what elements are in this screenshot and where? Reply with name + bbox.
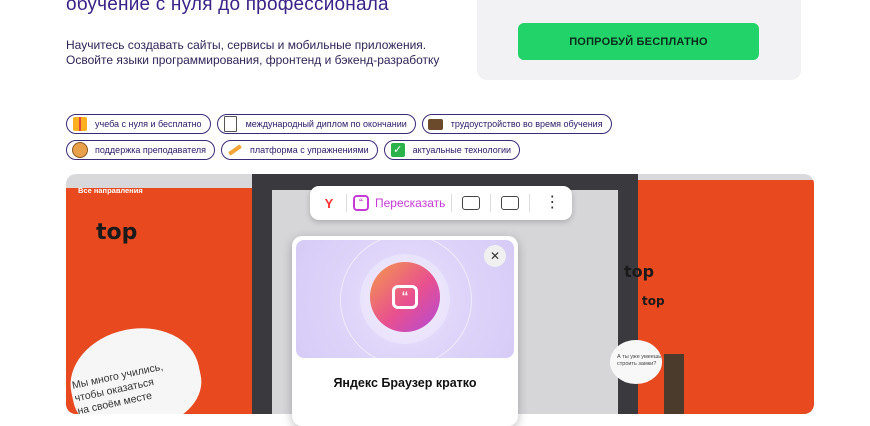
try-free-button[interactable]: ПОПРОБУЙ БЕСПЛАТНО <box>518 23 759 60</box>
popup-illustration: “ <box>296 240 514 358</box>
speech-bubble-right-text: А ты уже умеешь строить замки? <box>617 354 661 368</box>
bubble-line: строить замки? <box>617 361 657 367</box>
tag-diploma: международный диплом по окончании <box>216 114 416 134</box>
hero-description-line-1: Научитесь создавать сайты, сервисы и моб… <box>66 38 427 52</box>
document-icon <box>222 115 240 133</box>
tag-label: трудоустройство во время обучения <box>450 119 603 129</box>
face-icon <box>71 141 89 159</box>
gift-icon <box>71 115 89 133</box>
toolbar-divider <box>451 194 453 212</box>
briefcase-icon <box>427 115 445 133</box>
subtitles-icon[interactable] <box>462 196 481 210</box>
tag-label: международный диплом по окончании <box>245 119 407 129</box>
tag-label: платформа с упражнениями <box>250 145 369 155</box>
wall-logo-left: top <box>96 220 138 245</box>
tag-label: поддержка преподавателя <box>95 145 207 155</box>
retell-button[interactable]: Пересказать <box>375 196 445 210</box>
popup-title: Яндекс Браузер кратко <box>333 376 477 390</box>
quote-badge-icon: “ <box>370 262 440 332</box>
close-icon[interactable]: ✕ <box>484 245 506 267</box>
tag-modern-tech: ✓ актуальные технологии <box>383 140 521 160</box>
toolbar-divider <box>346 194 347 212</box>
hero-heading: обучение с нуля до профессионала <box>66 0 389 15</box>
checkmark-icon: ✓ <box>389 141 407 159</box>
video-corner-label: Все направления <box>78 186 143 195</box>
bubble-line: А ты уже умеешь <box>617 354 662 360</box>
tag-exercise-platform: платформа с упражнениями <box>221 140 378 160</box>
more-options-icon[interactable]: ⋮ <box>544 195 560 211</box>
tag-teacher-support: поддержка преподавателя <box>66 140 216 160</box>
yandex-logo-icon[interactable]: Y <box>318 192 340 214</box>
summary-popup: “ ✕ Яндекс Браузер кратко <box>292 236 518 426</box>
tag-label: учеба с нуля и бесплатно <box>95 119 202 129</box>
quote-icon[interactable]: “ <box>353 195 369 211</box>
hero-description: Научитесь создавать сайты, сервисы и моб… <box>66 38 486 68</box>
wall-logo-small: top <box>642 294 665 308</box>
quote-icon: “ <box>392 285 418 309</box>
video-scene-figure <box>664 354 684 414</box>
pencil-icon <box>226 141 244 159</box>
hero-description-line-2: Освойте языки программирования, фронтенд… <box>66 53 440 67</box>
wall-logo-right: top <box>624 262 655 281</box>
tag-label: актуальные технологии <box>412 145 512 155</box>
browser-video-toolbar: Y “ Пересказать ⋮ <box>310 186 572 220</box>
tag-free-learning: учеба с нуля и бесплатно <box>66 114 211 134</box>
toolbar-divider <box>490 194 492 212</box>
tag-employment: трудоустройство во время обучения <box>421 114 612 134</box>
picture-in-picture-icon[interactable] <box>501 196 520 210</box>
feature-tags: учеба с нуля и бесплатно международный д… <box>66 114 706 166</box>
toolbar-divider <box>529 194 531 212</box>
trial-card: ПОПРОБУЙ БЕСПЛАТНО <box>477 0 801 80</box>
